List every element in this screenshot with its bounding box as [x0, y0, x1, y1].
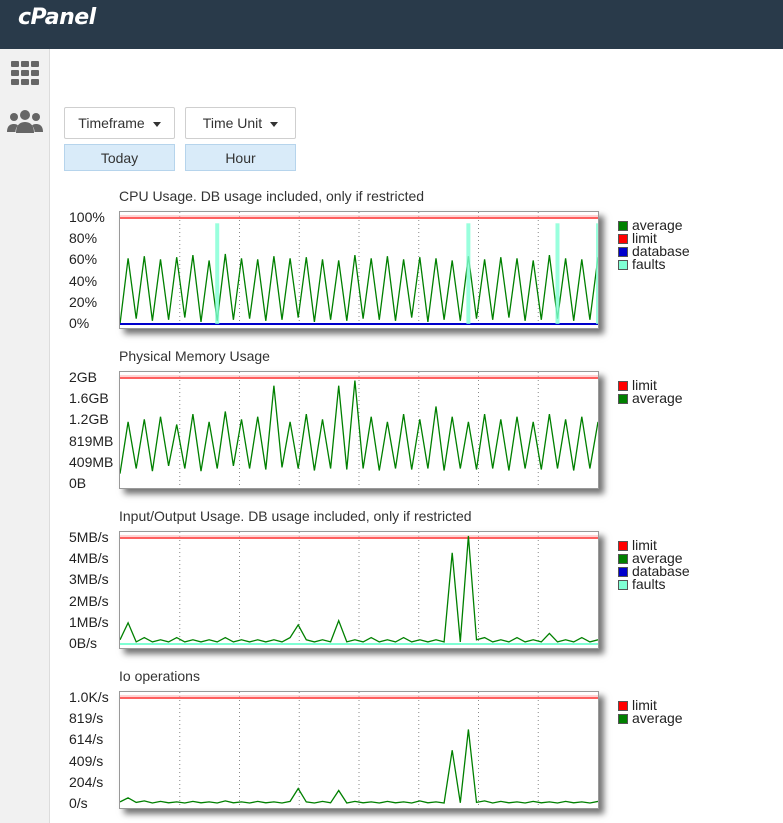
legend-swatch — [618, 700, 628, 711]
legend-swatch — [618, 259, 628, 270]
legend-label: faults — [632, 576, 666, 592]
timeframe-value: Today — [64, 144, 175, 171]
y-tick-label: 614/s — [69, 731, 104, 748]
chart-svg — [120, 532, 598, 648]
y-tick-label: 60% — [69, 251, 98, 268]
y-tick-label: 819/s — [69, 710, 104, 727]
y-tick-label: 0B/s — [69, 635, 98, 651]
y-tick-label: 5MB/s — [69, 529, 109, 545]
legend-label: average — [632, 390, 683, 406]
cpanel-logo[interactable]: cPanel — [18, 5, 96, 30]
chart-legend: limit average database faults — [618, 538, 690, 592]
legend-swatch — [618, 566, 628, 577]
chart-legend: limit average — [618, 698, 683, 726]
legend-item: faults — [618, 256, 690, 272]
timeframe-label: Timeframe — [78, 115, 145, 131]
y-tick-label: 1.2GB — [69, 411, 109, 428]
chart-legend: average limit database faults — [618, 218, 690, 272]
time-unit-label: Time Unit — [202, 115, 263, 131]
y-tick-label: 100% — [69, 209, 105, 225]
top-bar: cPanel — [0, 0, 783, 49]
legend-label: faults — [632, 256, 666, 272]
users-icon[interactable] — [0, 101, 50, 141]
chart-title: Io operations — [119, 668, 200, 684]
chart-legend: limit average — [618, 378, 683, 406]
legend-swatch — [618, 220, 628, 231]
sidebar — [0, 49, 50, 823]
caret-down-icon — [270, 121, 279, 127]
y-tick-label: 204/s — [69, 773, 104, 790]
chart-plot-area — [119, 691, 599, 809]
y-tick-label: 2GB — [69, 369, 98, 385]
time-unit-value: Hour — [185, 144, 296, 171]
y-tick-label: 2MB/s — [69, 592, 109, 609]
faults-mark — [215, 223, 220, 324]
chart-svg — [120, 212, 598, 328]
chart-plot-area — [119, 371, 599, 489]
y-tick-label: 80% — [69, 230, 98, 247]
grid-icon[interactable] — [0, 53, 50, 93]
y-tick-label: 1.6GB — [69, 390, 109, 407]
chart-plot-area — [119, 211, 599, 329]
y-tick-label: 1.0K/s — [69, 689, 109, 705]
y-tick-label: 0/s — [69, 795, 88, 811]
legend-swatch — [618, 553, 628, 564]
legend-swatch — [618, 579, 628, 590]
series-average-line — [120, 380, 598, 474]
legend-label: average — [632, 710, 683, 726]
legend-item: average — [618, 390, 683, 406]
y-tick-label: 3MB/s — [69, 571, 109, 588]
faults-mark — [466, 223, 471, 324]
chart-svg — [120, 692, 598, 808]
y-tick-label: 0% — [69, 315, 90, 331]
legend-swatch — [618, 393, 628, 404]
faults-mark — [596, 223, 598, 324]
legend-item: faults — [618, 576, 690, 592]
chart-plot-area — [119, 531, 599, 649]
legend-swatch — [618, 713, 628, 724]
y-tick-label: 4MB/s — [69, 550, 109, 567]
chart-title: Physical Memory Usage — [119, 348, 270, 364]
y-tick-label: 40% — [69, 272, 98, 289]
chart-svg — [120, 372, 598, 488]
y-tick-label: 409/s — [69, 752, 104, 769]
caret-down-icon — [152, 121, 161, 127]
y-tick-label: 20% — [69, 293, 98, 310]
chart-title: CPU Usage. DB usage included, only if re… — [119, 188, 425, 204]
legend-swatch — [618, 233, 628, 244]
timeframe-dropdown[interactable]: Timeframe — [64, 107, 175, 139]
legend-swatch — [618, 246, 628, 257]
faults-mark — [555, 223, 560, 324]
y-tick-label: 1MB/s — [69, 613, 109, 630]
main-content: Timeframe Time Unit Today Hour CPU Usage… — [50, 49, 783, 823]
legend-swatch — [618, 540, 628, 551]
legend-swatch — [618, 380, 628, 391]
y-tick-label: 819MB — [69, 432, 114, 449]
y-tick-label: 0B — [69, 475, 87, 491]
chart-title: Input/Output Usage. DB usage included, o… — [119, 508, 472, 524]
time-unit-dropdown[interactable]: Time Unit — [185, 107, 296, 139]
legend-item: average — [618, 710, 683, 726]
y-tick-label: 409MB — [69, 453, 114, 470]
